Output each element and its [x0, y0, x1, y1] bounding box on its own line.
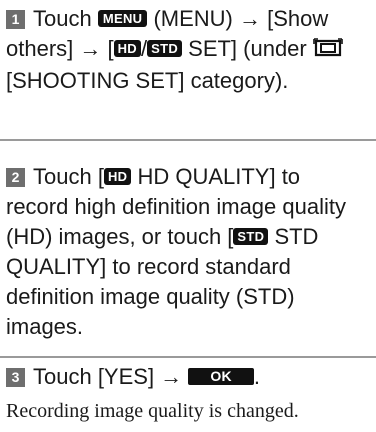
divider [0, 139, 376, 141]
step-text: . [253, 364, 261, 389]
result-note: Recording image quality is changed. [6, 400, 299, 422]
step-text: [SHOOTING SET] category). [6, 68, 289, 93]
step-text: Touch [33, 6, 92, 31]
step-text: Touch [YES] → [33, 364, 183, 389]
step-text: SET] (under [188, 36, 307, 61]
hd-icon: HD [103, 168, 132, 185]
menu-key-icon: MENU [97, 10, 148, 27]
camera-icon [313, 36, 343, 66]
step-text: Touch [ [33, 164, 104, 189]
step-2: 2 Touch [HD HD QUALITY] to record high de… [6, 162, 368, 342]
ok-key-icon: OK [188, 368, 254, 385]
hd-icon: HD [113, 40, 141, 57]
step-number: 3 [6, 368, 25, 387]
std-icon: STD [147, 40, 183, 57]
std-icon: STD [233, 228, 269, 245]
step-number: 1 [6, 10, 25, 29]
divider [0, 356, 376, 358]
step-3: 3 Touch [YES] → OK. [6, 362, 368, 392]
step-1: 1 Touch MENU (MENU) → [Show others] → [HD… [6, 4, 368, 96]
step-number: 2 [6, 168, 25, 187]
